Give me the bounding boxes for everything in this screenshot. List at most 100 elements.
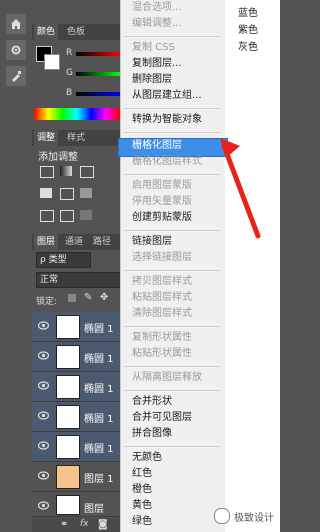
channel-g-slider[interactable] bbox=[76, 72, 120, 76]
menu-item-red[interactable]: 红色 bbox=[132, 466, 152, 482]
visibility-eye-icon[interactable] bbox=[37, 321, 50, 330]
menu-item-paste-shape-attributes[interactable]: 粘贴形状属性 bbox=[132, 346, 192, 362]
lock-move-icon[interactable]: ✥ bbox=[100, 292, 108, 303]
tab-adjustments[interactable]: 调整 bbox=[34, 130, 59, 146]
menu-item-duplicate-layer[interactable]: 复制图层... bbox=[132, 56, 182, 72]
layer-row[interactable]: 图层 1 bbox=[32, 462, 120, 492]
layer-name: 图层 1 bbox=[84, 474, 114, 485]
tab-color[interactable]: 颜色 bbox=[34, 24, 59, 40]
menu-item-create-clipping-mask[interactable]: 创建剪贴蒙版 bbox=[132, 210, 192, 226]
layer-row[interactable]: 椭圆 1 bbox=[32, 312, 120, 342]
layer-thumbnail bbox=[56, 495, 80, 515]
menu-item-flatten-image[interactable]: 拼合图像 bbox=[132, 426, 172, 442]
menu-item-merge-shapes[interactable]: 合并形状 bbox=[132, 394, 172, 410]
invert-icon[interactable] bbox=[40, 210, 54, 222]
menu-item-yellow[interactable]: 黄色 bbox=[132, 498, 152, 514]
layer-name: 椭圆 1 bbox=[84, 384, 114, 395]
color-label-violet[interactable]: 紫色 bbox=[238, 21, 258, 36]
menu-item-link-layers[interactable]: 链接图层 bbox=[132, 234, 172, 250]
adjustment-icons-grid bbox=[40, 166, 120, 226]
color-label-blue[interactable]: 蓝色 bbox=[238, 4, 258, 19]
menu-item-green[interactable]: 绿色 bbox=[132, 514, 152, 530]
menu-item-group-from-layers[interactable]: 从图层建立组... bbox=[132, 88, 202, 104]
menu-item-disable-vector-mask[interactable]: 停用矢量蒙版 bbox=[132, 194, 192, 210]
layer-name: 椭圆 1 bbox=[84, 354, 114, 365]
color-panel-tabbar: 颜色 色板 bbox=[32, 24, 120, 40]
red-arrow-annotation bbox=[220, 138, 261, 239]
background-color-swatch[interactable] bbox=[44, 54, 60, 70]
layers-footer: ⚭ fx ◙ bbox=[32, 518, 120, 532]
mask-icon[interactable]: ◙ bbox=[98, 519, 108, 530]
tab-styles[interactable]: 样式 bbox=[64, 130, 88, 146]
menu-item-copy-css[interactable]: 复制 CSS bbox=[132, 40, 175, 56]
color-label-gray[interactable]: 灰色 bbox=[238, 38, 258, 53]
menu-item-delete-layer[interactable]: 删除图层 bbox=[132, 72, 172, 88]
channel-r-label: R bbox=[66, 48, 73, 58]
layer-name: 椭圆 1 bbox=[84, 444, 114, 455]
channel-r-slider[interactable] bbox=[76, 52, 120, 56]
home-icon[interactable] bbox=[6, 14, 26, 34]
tab-paths[interactable]: 路径 bbox=[90, 234, 114, 250]
layer-row[interactable]: 椭圆 1 bbox=[32, 432, 120, 462]
menu-item-copy-shape-attributes[interactable]: 复制形状属性 bbox=[132, 330, 192, 346]
tab-swatches[interactable]: 色板 bbox=[64, 24, 88, 40]
layer-name: 图层 bbox=[84, 504, 104, 515]
posterize-icon[interactable] bbox=[60, 210, 74, 222]
curves-icon[interactable] bbox=[80, 166, 94, 178]
threshold-icon[interactable] bbox=[80, 210, 92, 220]
menu-item-release-from-isolation[interactable]: 从隔离图层释放 bbox=[132, 370, 202, 386]
menu-item-enable-layer-mask[interactable]: 启用图层蒙版 bbox=[132, 178, 192, 194]
menu-item-paste-layer-style[interactable]: 粘贴图层样式 bbox=[132, 290, 192, 306]
lock-paint-icon[interactable]: ✎ bbox=[84, 292, 92, 303]
layer-row[interactable]: 椭圆 1 bbox=[32, 402, 120, 432]
layer-filter-select[interactable]: ρ 类型 bbox=[36, 252, 91, 268]
vibrance-icon[interactable] bbox=[40, 188, 52, 198]
gear-icon[interactable] bbox=[6, 40, 26, 60]
right-panel-area bbox=[224, 0, 280, 532]
menu-item-convert-smart-object[interactable]: 转换为智能对象 bbox=[132, 112, 202, 128]
menu-separator bbox=[124, 230, 220, 231]
layer-name: 椭圆 1 bbox=[84, 414, 114, 425]
brush-icon[interactable] bbox=[6, 66, 26, 86]
menu-item-orange[interactable]: 橙色 bbox=[132, 482, 152, 498]
visibility-eye-icon[interactable] bbox=[37, 381, 50, 390]
menu-item-select-linked-layers[interactable]: 选择链接图层 bbox=[132, 250, 192, 266]
visibility-eye-icon[interactable] bbox=[37, 501, 50, 510]
visibility-eye-icon[interactable] bbox=[37, 411, 50, 420]
watermark-text: 极致设计 bbox=[234, 512, 274, 524]
menu-item-copy-layer-style[interactable]: 拷贝图层样式 bbox=[132, 274, 192, 290]
menu-separator bbox=[124, 132, 220, 133]
layer-row[interactable]: 椭圆 1 bbox=[32, 342, 120, 372]
visibility-eye-icon[interactable] bbox=[37, 471, 50, 480]
balance-icon[interactable] bbox=[60, 188, 74, 200]
menu-item-merge-visible[interactable]: 合并可见图层 bbox=[132, 410, 192, 426]
levels-icon[interactable] bbox=[60, 166, 72, 176]
watermark: 极致设计 bbox=[214, 508, 274, 524]
visibility-eye-icon[interactable] bbox=[37, 441, 50, 450]
menu-separator bbox=[124, 326, 220, 327]
visibility-eye-icon[interactable] bbox=[37, 351, 50, 360]
tab-channels[interactable]: 通道 bbox=[62, 234, 86, 250]
layer-thumbnail bbox=[56, 345, 80, 369]
layer-thumbnail bbox=[56, 465, 80, 489]
menu-item-no-color[interactable]: 无颜色 bbox=[132, 450, 162, 466]
color-spectrum-bar[interactable] bbox=[34, 108, 120, 120]
adjust-panel-tabbar: 调整 样式 bbox=[32, 130, 120, 146]
menu-item-clear-layer-style[interactable]: 清除图层样式 bbox=[132, 306, 192, 322]
menu-item-rasterize-layer-style[interactable]: 栅格化图层样式 bbox=[132, 154, 202, 170]
menu-item-edit-adjustment[interactable]: 编辑调整... bbox=[132, 16, 182, 32]
link-layers-icon[interactable]: ⚭ bbox=[60, 519, 68, 530]
menu-item-rasterize-layer[interactable]: 栅格化图层 bbox=[132, 138, 182, 154]
menu-separator bbox=[124, 174, 220, 175]
tab-layers[interactable]: 图层 bbox=[34, 234, 59, 250]
lock-pixels-icon[interactable] bbox=[68, 294, 76, 302]
black-white-icon[interactable] bbox=[80, 188, 92, 198]
layer-row[interactable]: 椭圆 1 bbox=[32, 372, 120, 402]
channel-b-slider[interactable] bbox=[76, 92, 120, 96]
brightness-icon[interactable] bbox=[40, 166, 54, 178]
menu-separator bbox=[124, 270, 220, 271]
fx-icon[interactable]: fx bbox=[80, 519, 89, 529]
menu-item-blending-options[interactable]: 混合选项... bbox=[132, 0, 182, 16]
layer-row[interactable]: 图层 bbox=[32, 492, 120, 517]
blend-mode-select[interactable]: 正常 bbox=[36, 272, 123, 288]
